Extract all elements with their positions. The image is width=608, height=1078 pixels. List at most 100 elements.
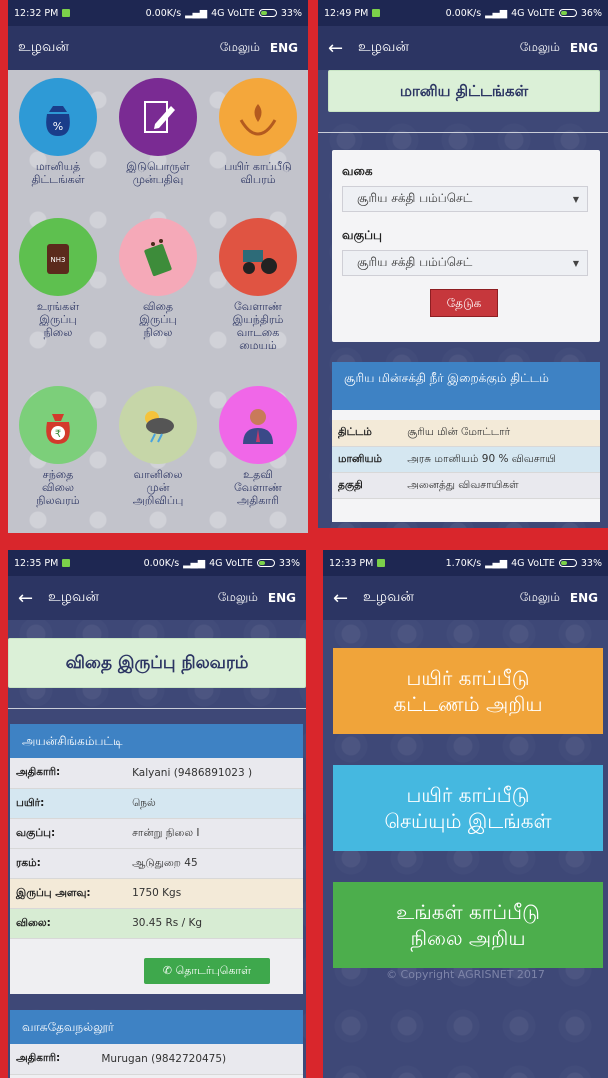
category-select[interactable]: சூரிய சக்தி பம்ப்செட் ▼ — [342, 250, 588, 276]
language-toggle[interactable]: ENG — [570, 41, 598, 55]
row-key: விலை: — [10, 908, 127, 939]
row-key: தகுதி — [332, 472, 402, 499]
page-title: மானிய திட்டங்கள் — [328, 70, 600, 112]
dropdown-arrow-icon: ▼ — [572, 258, 579, 268]
row-key: மானியம் — [332, 446, 402, 473]
tile-label: வேளாண் இயந்திரம் வாடகை மையம் — [208, 300, 308, 352]
app-title: உழவன் — [358, 39, 409, 55]
insurance-status-button[interactable]: உங்கள் காப்பீடு நிலை அறிய — [333, 882, 603, 968]
tile-label-line: மையம் — [239, 339, 277, 352]
crop-hands-icon — [219, 78, 297, 156]
row-key: வகுப்பு: — [10, 818, 127, 849]
insurance-locations-button[interactable]: பயிர் காப்பீடு செய்யும் இடங்கள் — [333, 765, 603, 851]
table-row: அதிகாரி: Murugan (9842720475) — [10, 1044, 303, 1075]
more-button[interactable]: மேலும் — [520, 590, 560, 606]
row-key: அதிகாரி: — [10, 1044, 96, 1075]
tile-label-line: இருப்பு — [139, 313, 177, 326]
tile-booking-pencil[interactable]: இடுபொருள் முன்பதிவு — [108, 78, 208, 186]
subsidy-screen: 12:49 PM 0.00K/s ▂▄▆ 4G VoLTE 36% ← உழவன் ம… — [318, 0, 608, 528]
tile-label-line: நிலை — [43, 326, 73, 339]
tile-label-line: பயிர் காப்பீடு — [224, 160, 292, 173]
signal-icon: ▂▄▆ — [185, 7, 208, 19]
row-value: சூரிய மின் மோட்டார் — [401, 420, 600, 447]
more-button[interactable]: மேலும் — [218, 590, 258, 606]
tile-label-line: சந்தை — [42, 468, 74, 481]
more-button[interactable]: மேலும் — [520, 40, 560, 56]
battery-icon — [256, 559, 275, 567]
tile-weather-cloud[interactable]: வானிலை முன் அறிவிப்பு — [108, 386, 208, 507]
back-arrow-icon[interactable]: ← — [333, 588, 349, 609]
seed-stock-screen: 12:35 PM 0.00K/s ▂▄▆ 4G VoLTE 33% ← உழவன் ம… — [8, 550, 306, 1078]
home-screen: 12:32 PM 0.00K/s ▂▄▆ 4G VoLTE 33% உழவன் மேல… — [8, 0, 308, 533]
tile-label-line: வேளாண் — [233, 481, 282, 494]
signal-icon: ▂▄▆ — [183, 557, 206, 569]
category-label: வகுப்பு — [342, 228, 382, 242]
stock-card: அயன்சிங்கம்பட்டி அதிகாரி: Kalyani (948689… — [10, 724, 303, 994]
battery-icon — [558, 9, 577, 17]
tile-label: மானியத் திட்டங்கள் — [8, 160, 108, 186]
tile-money-bag[interactable]: ₹ சந்தை விலை நிலவரம் — [8, 386, 108, 507]
divider — [318, 132, 608, 133]
tile-label-line: வேளாண் — [233, 300, 282, 313]
tile-tractor[interactable]: வேளாண் இயந்திரம் வாடகை மையம் — [208, 218, 308, 352]
status-time: 12:33 PM — [329, 557, 374, 569]
notification-icon — [372, 9, 381, 17]
tile-label-line: விலை — [41, 481, 75, 494]
search-button[interactable]: தேடுக — [430, 289, 498, 317]
booking-pencil-icon — [119, 78, 197, 156]
result-title: சூரிய மின்சக்தி நீர் இறைக்கும் திட்டம் — [332, 362, 600, 410]
app-title: உழவன் — [363, 589, 414, 605]
tile-seed-packet[interactable]: விதை இருப்பு நிலை — [108, 218, 208, 339]
status-bar: 12:35 PM 0.00K/s ▂▄▆ 4G VoLTE 33% — [8, 550, 306, 576]
tile-label-line: விதை — [142, 300, 174, 313]
battery-icon — [258, 9, 277, 17]
app-bar: ← உழவன் மேலும் ENG — [318, 26, 608, 70]
tile-officer-person[interactable]: உதவி வேளாண் அதிகாரி — [208, 386, 308, 507]
officer-person-icon — [219, 386, 297, 464]
tile-label: சந்தை விலை நிலவரம் — [8, 468, 108, 507]
network-type: 4G VoLTE — [211, 7, 255, 19]
tile-subsidy-bag[interactable]: % மானியத் திட்டங்கள் — [8, 78, 108, 186]
stock-card: வாசுதேவநல்லூர் அதிகாரி: Murugan (98427204… — [10, 1010, 303, 1078]
premium-info-button[interactable]: பயிர் காப்பீடு கட்டணம் அறிய — [333, 648, 603, 734]
row-key: ரகம்: — [10, 848, 127, 879]
tile-label-line: அறிவிப்பு — [132, 494, 184, 507]
button-line-1: பயிர் காப்பீடு — [406, 666, 530, 690]
language-toggle[interactable]: ENG — [570, 591, 598, 605]
weather-cloud-icon — [119, 386, 197, 464]
tile-label: வானிலை முன் அறிவிப்பு — [108, 468, 208, 507]
type-label: வகை — [342, 164, 373, 178]
table-row: ரகம்: ஆடுதுறை 45 — [10, 848, 303, 879]
status-bar: 12:32 PM 0.00K/s ▂▄▆ 4G VoLTE 33% — [8, 0, 308, 26]
language-toggle[interactable]: ENG — [270, 41, 298, 55]
place-title: வாசுதேவநல்லூர் — [10, 1010, 303, 1044]
tile-label-line: நிலவரம் — [36, 494, 80, 507]
search-form: வகை சூரிய சக்தி பம்ப்செட் ▼ வகுப்பு சூரிய… — [332, 150, 600, 342]
tile-crop-hands[interactable]: பயிர் காப்பீடு விபரம் — [208, 78, 308, 186]
app-title: உழவன் — [48, 589, 99, 605]
seed-packet-icon — [119, 218, 197, 296]
button-line-2: நிலை அறிய — [410, 926, 526, 950]
more-button[interactable]: மேலும் — [220, 40, 260, 56]
row-value: Murugan (9842720475) — [95, 1044, 303, 1075]
type-select[interactable]: சூரிய சக்தி பம்ப்செட் ▼ — [342, 186, 588, 212]
back-arrow-icon[interactable]: ← — [18, 588, 34, 609]
back-arrow-icon[interactable]: ← — [328, 38, 344, 59]
stock-table: அதிகாரி: Murugan (9842720475) — [10, 1044, 303, 1075]
call-button[interactable]: ✆ தொடர்புகொள் — [144, 958, 270, 984]
dropdown-arrow-icon: ▼ — [572, 194, 579, 204]
table-row: இருப்பு அளவு: 1750 Kgs — [10, 878, 303, 909]
tile-fertilizer-sack[interactable]: NH3 உரங்கள் இருப்பு நிலை — [8, 218, 108, 339]
notification-icon — [62, 9, 71, 17]
page-title: விதை இருப்பு நிலவரம் — [8, 638, 306, 688]
divider — [8, 708, 306, 709]
row-value: 30.45 Rs / Kg — [126, 908, 303, 939]
status-bar: 12:33 PM 1.70K/s ▂▄▆ 4G VoLTE 33% — [323, 550, 608, 576]
place-title: அயன்சிங்கம்பட்டி — [10, 724, 303, 758]
category-select-value: சூரிய சக்தி பம்ப்செட் — [357, 255, 473, 269]
row-value: ஆடுதுறை 45 — [126, 848, 303, 879]
row-value: அனைத்து விவசாயிகள் — [401, 472, 600, 499]
table-row: பயிர்: நெல் — [10, 788, 303, 819]
language-toggle[interactable]: ENG — [268, 591, 296, 605]
svg-text:%: % — [53, 120, 63, 133]
